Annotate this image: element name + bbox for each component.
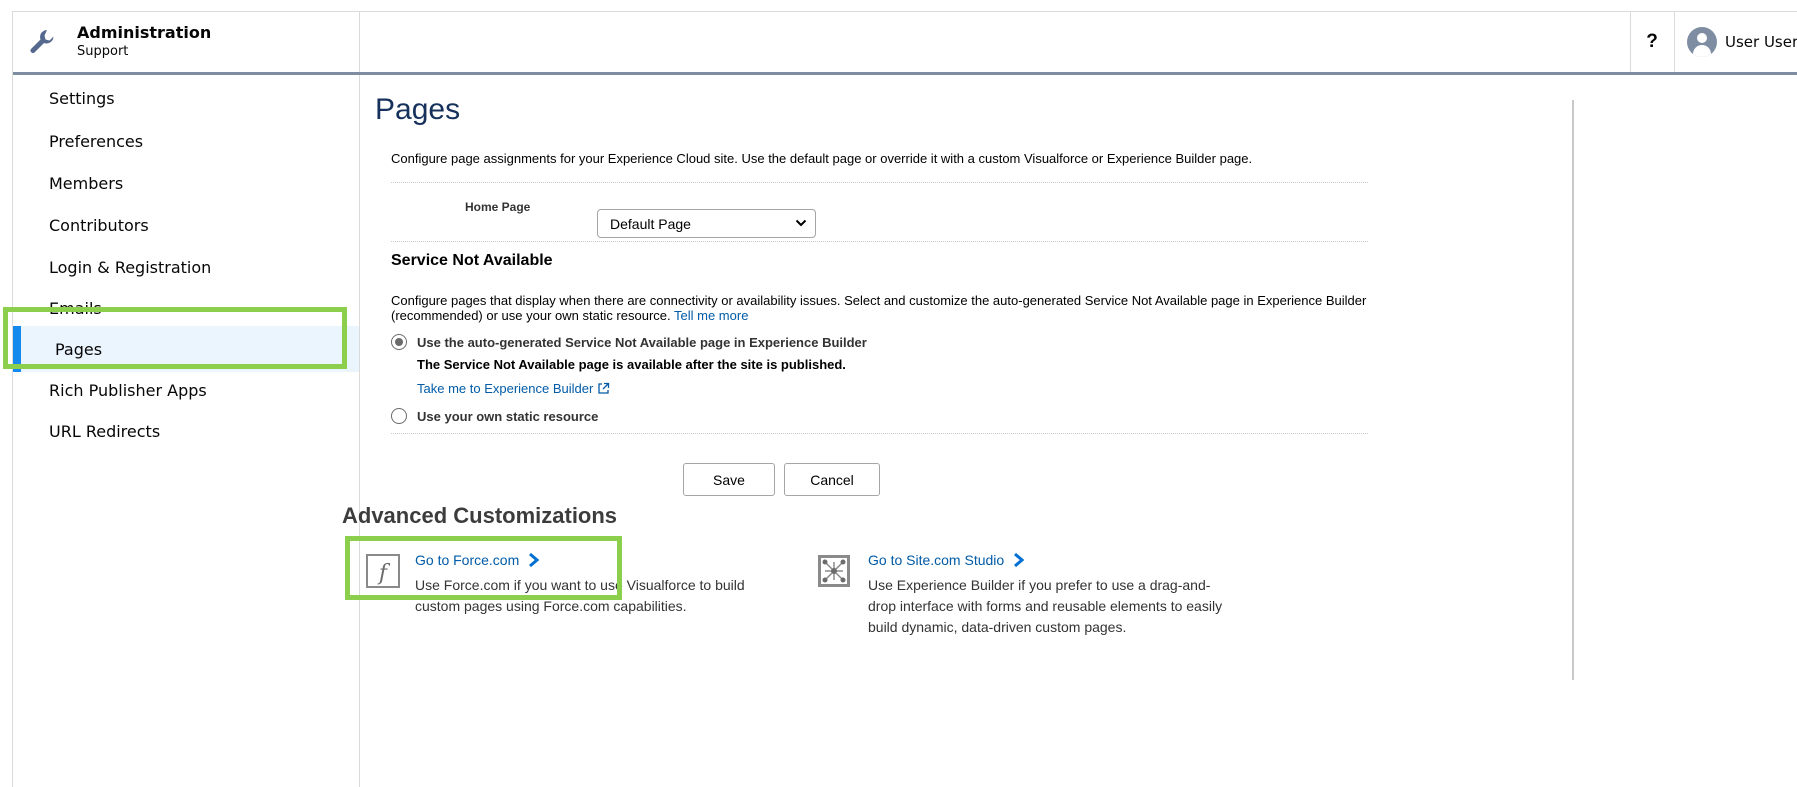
radio-auto[interactable] bbox=[391, 334, 407, 350]
chevron-right-icon bbox=[1014, 552, 1025, 568]
service-description: Configure pages that display when there … bbox=[391, 293, 1368, 323]
option-auto-row[interactable]: Use the auto-generated Service Not Avail… bbox=[391, 334, 867, 350]
brand: Administration Support bbox=[13, 12, 360, 72]
sidebar-item-url-redirects[interactable]: URL Redirects bbox=[13, 408, 359, 454]
avatar-icon bbox=[1687, 27, 1717, 57]
option-static-label: Use your own static resource bbox=[417, 408, 599, 424]
option-auto-note: The Service Not Available page is availa… bbox=[417, 357, 846, 372]
option-static-row[interactable]: Use your own static resource bbox=[391, 408, 598, 424]
tell-me-more-link[interactable]: Tell me more bbox=[674, 308, 748, 323]
main-content: Pages Configure page assignments for you… bbox=[342, 75, 1797, 787]
home-page-select-value: Default Page bbox=[610, 215, 691, 232]
go-to-site-com-link[interactable]: Go to Site.com Studio bbox=[868, 552, 1026, 568]
sidebar-item-rich-publisher-apps[interactable]: Rich Publisher Apps bbox=[13, 367, 359, 413]
experience-builder-link-label: Take me to Experience Builder bbox=[417, 381, 594, 396]
home-page-label: Home Page bbox=[465, 200, 531, 214]
app-title: Administration bbox=[77, 23, 212, 42]
advanced-heading: Advanced Customizations bbox=[342, 503, 618, 528]
home-page-select[interactable]: Default Page bbox=[597, 209, 816, 238]
radio-static[interactable] bbox=[391, 408, 407, 424]
help-button[interactable]: ? bbox=[1630, 12, 1673, 72]
sidebar-item-contributors[interactable]: Contributors bbox=[13, 202, 359, 248]
site-description: Use Experience Builder if you prefer to … bbox=[868, 577, 1223, 635]
wrench-icon bbox=[30, 30, 54, 53]
app-subtitle: Support bbox=[77, 44, 129, 59]
divider bbox=[391, 182, 1368, 183]
divider bbox=[391, 241, 1368, 242]
site-title: Go to Site.com Studio bbox=[868, 552, 1005, 568]
pages-highlight bbox=[3, 307, 347, 369]
external-link-icon bbox=[598, 382, 610, 394]
app-window: Administration Support ? User User Setti… bbox=[3, 11, 1797, 787]
intro-text: Configure page assignments for your Expe… bbox=[391, 151, 1253, 166]
sidebar-item-settings[interactable]: Settings bbox=[13, 75, 359, 121]
scrollbar[interactable] bbox=[1570, 92, 1578, 682]
divider bbox=[391, 433, 1368, 434]
sidebar: Settings Preferences Members Contributor… bbox=[13, 75, 360, 787]
user-menu[interactable]: User User bbox=[1674, 12, 1797, 72]
service-desc-text: Configure pages that display when there … bbox=[391, 293, 1367, 323]
option-auto-label: Use the auto-generated Service Not Avail… bbox=[417, 334, 867, 350]
sidebar-item-members[interactable]: Members bbox=[13, 160, 359, 206]
service-heading: Service Not Available bbox=[391, 252, 553, 269]
sidebar-item-preferences[interactable]: Preferences bbox=[13, 118, 359, 164]
save-button[interactable]: Save bbox=[683, 463, 775, 496]
sidebar-item-login-registration[interactable]: Login & Registration bbox=[13, 244, 359, 290]
chevron-down-icon bbox=[795, 219, 807, 227]
force-com-highlight bbox=[345, 536, 622, 600]
brand-text: Administration Support bbox=[77, 23, 211, 61]
top-header: Administration Support ? User User bbox=[13, 12, 1797, 75]
user-name: User User bbox=[1725, 33, 1797, 51]
site-com-icon bbox=[818, 555, 850, 587]
page-title: Pages bbox=[375, 93, 461, 126]
experience-builder-link[interactable]: Take me to Experience Builder bbox=[417, 381, 610, 396]
cancel-button[interactable]: Cancel bbox=[784, 463, 880, 496]
